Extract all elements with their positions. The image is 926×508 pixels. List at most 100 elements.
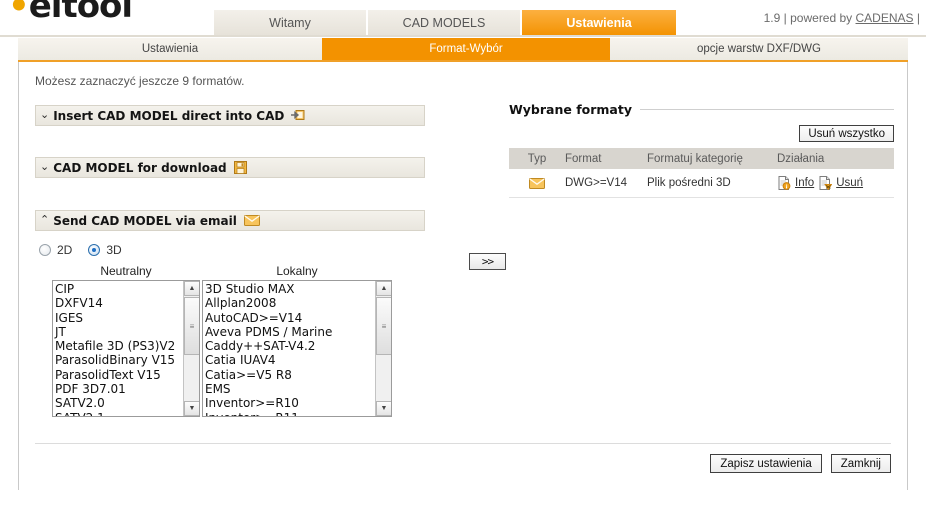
accordion-send-email-label: Send CAD MODEL via email bbox=[53, 213, 237, 228]
transfer-right-button[interactable]: >> bbox=[469, 253, 506, 270]
scroll-down-icon[interactable]: ▼ bbox=[376, 401, 391, 416]
close-button[interactable]: Zamknij bbox=[830, 454, 891, 473]
list-item[interactable]: PDF 3D7.01 bbox=[55, 382, 182, 396]
column-header-actions: Działania bbox=[777, 152, 825, 165]
credits-version: 1.9 bbox=[763, 11, 781, 25]
accordion-cad-download[interactable]: ⌄ CAD MODEL for download bbox=[35, 157, 425, 178]
app-logo: •eitool bbox=[8, 0, 133, 26]
format-list-local: Lokalny 3D Studio MAX Allplan2008 AutoCA… bbox=[202, 264, 392, 417]
format-list-neutral-title: Neutralny bbox=[100, 264, 152, 278]
format-listbox-local-items: 3D Studio MAX Allplan2008 AutoCAD>=V14 A… bbox=[203, 281, 374, 416]
format-listbox-neutral[interactable]: CIP DXFV14 IGES JT Metafile 3D (PS3)V2 P… bbox=[52, 280, 200, 417]
list-item[interactable]: Catia IUAV4 bbox=[205, 353, 374, 367]
list-item[interactable]: Metafile 3D (PS3)V2 bbox=[55, 339, 182, 353]
list-item[interactable]: SATV2.0 bbox=[55, 396, 182, 410]
content-area: Możesz zaznaczyć jeszcze 9 formatów. ⌄ I… bbox=[19, 62, 907, 490]
chevron-down-icon: ⌄ bbox=[40, 109, 50, 121]
radio-3d-label: 3D bbox=[106, 243, 122, 257]
chevron-up-icon: ⌃ bbox=[40, 214, 50, 226]
format-list-local-title: Lokalny bbox=[276, 264, 318, 278]
envelope-icon bbox=[509, 177, 565, 189]
credits-powered-by: powered by bbox=[790, 11, 853, 25]
radio-3d[interactable] bbox=[88, 244, 101, 256]
list-item[interactable]: 3D Studio MAX bbox=[205, 282, 374, 296]
format-listbox-local[interactable]: 3D Studio MAX Allplan2008 AutoCAD>=V14 A… bbox=[202, 280, 392, 417]
chevron-down-icon: ⌄ bbox=[40, 161, 50, 173]
list-item[interactable]: CIP bbox=[55, 282, 182, 296]
top-bar: •eitool Witamy CAD MODELS Ustawienia 1.9… bbox=[0, 0, 926, 36]
list-item[interactable]: IGES bbox=[55, 311, 182, 325]
logo-dot: • bbox=[8, 0, 30, 26]
list-item[interactable]: EMS bbox=[205, 382, 374, 396]
logo-text: eitool bbox=[28, 0, 133, 26]
info-link[interactable]: Info bbox=[795, 177, 814, 189]
credits-brand-link[interactable]: CADENAS bbox=[856, 11, 914, 25]
list-item[interactable]: Caddy++SAT-V4.2 bbox=[205, 339, 374, 353]
scrollbar-neutral[interactable]: ▲ ≡ ▼ bbox=[183, 281, 199, 416]
table-header-row: Typ Format Formatuj kategorię Działania bbox=[509, 148, 894, 169]
scrollbar-grip-icon: ≡ bbox=[381, 321, 387, 331]
envelope-icon bbox=[243, 215, 260, 226]
cell-type bbox=[509, 177, 565, 189]
radio-2d[interactable] bbox=[39, 244, 51, 256]
scroll-up-icon[interactable]: ▲ bbox=[376, 281, 391, 296]
footer-divider bbox=[35, 443, 891, 444]
list-item[interactable]: Catia>=V5 R8 bbox=[205, 368, 374, 382]
format-listbox-neutral-items: CIP DXFV14 IGES JT Metafile 3D (PS3)V2 P… bbox=[53, 281, 182, 416]
tab-witamy[interactable]: Witamy bbox=[214, 10, 368, 36]
subtab-opcje-warstw[interactable]: opcje warstw DXF/DWG bbox=[610, 38, 908, 60]
accordion-insert-cad-label: Insert CAD MODEL direct into CAD bbox=[53, 108, 285, 123]
list-item[interactable]: DXFV14 bbox=[55, 296, 182, 310]
selected-formats-panel: Wybrane formaty Usuń wszystko Typ Format… bbox=[509, 102, 894, 198]
delete-link[interactable]: Usuń bbox=[836, 177, 863, 189]
list-item[interactable]: Allplan2008 bbox=[205, 296, 374, 310]
credits-separator-1: | bbox=[783, 11, 787, 25]
cell-actions: Info Usuń bbox=[777, 176, 894, 190]
cell-format: DWG>=V14 bbox=[565, 177, 627, 189]
main-tab-bar: Witamy CAD MODELS Ustawienia bbox=[214, 10, 676, 36]
save-settings-button[interactable]: Zapisz ustawienia bbox=[710, 454, 822, 473]
column-header-typ: Typ bbox=[527, 152, 547, 165]
list-item[interactable]: Inventor>=R11 bbox=[205, 411, 374, 416]
list-item[interactable]: JT bbox=[55, 325, 182, 339]
title-rule bbox=[640, 109, 894, 110]
tab-ustawienia[interactable]: Ustawienia bbox=[522, 10, 676, 36]
delete-document-icon bbox=[818, 176, 833, 190]
scrollbar-thumb[interactable]: ≡ bbox=[184, 297, 199, 355]
tab-cad-models[interactable]: CAD MODELS bbox=[368, 10, 522, 36]
list-item[interactable]: ParasolidText V15 bbox=[55, 368, 182, 382]
accordion-insert-cad[interactable]: ⌄ Insert CAD MODEL direct into CAD bbox=[35, 105, 425, 126]
list-item[interactable]: Aveva PDMS / Marine bbox=[205, 325, 374, 339]
header-divider bbox=[0, 35, 926, 37]
page-root: •eitool Witamy CAD MODELS Ustawienia 1.9… bbox=[0, 0, 926, 508]
floppy-save-icon bbox=[233, 161, 247, 174]
scrollbar-thumb[interactable]: ≡ bbox=[376, 297, 391, 355]
radio-2d-label: 2D bbox=[57, 243, 73, 257]
scroll-up-icon[interactable]: ▲ bbox=[184, 281, 199, 296]
list-item[interactable]: AutoCAD>=V14 bbox=[205, 311, 374, 325]
column-header-format: Format bbox=[565, 152, 602, 165]
sub-tab-bar: Ustawienia Format-Wybór opcje warstw DXF… bbox=[18, 38, 908, 60]
selected-formats-table: Typ Format Formatuj kategorię Działania bbox=[509, 148, 894, 198]
selected-formats-header: Wybrane formaty bbox=[509, 102, 894, 117]
cell-category: Plik pośredni 3D bbox=[647, 177, 731, 189]
selected-formats-title: Wybrane formaty bbox=[509, 102, 632, 117]
accordion-send-email[interactable]: ⌃ Send CAD MODEL via email bbox=[35, 210, 425, 231]
subtab-format-wybor[interactable]: Format-Wybór bbox=[322, 38, 610, 60]
scroll-down-icon[interactable]: ▼ bbox=[184, 401, 199, 416]
format-count-hint: Możesz zaznaczyć jeszcze 9 formatów. bbox=[35, 74, 245, 88]
footer-buttons: Zapisz ustawienia Zamknij bbox=[710, 454, 891, 473]
column-header-category: Formatuj kategorię bbox=[647, 152, 743, 165]
scrollbar-local[interactable]: ▲ ≡ ▼ bbox=[375, 281, 391, 416]
insert-cad-icon bbox=[291, 109, 305, 122]
list-item[interactable]: SATV2.1 bbox=[55, 411, 182, 416]
accordion-cad-download-label: CAD MODEL for download bbox=[53, 160, 227, 175]
format-list-neutral: Neutralny CIP DXFV14 IGES JT Metafile 3D… bbox=[52, 264, 200, 417]
list-item[interactable]: ParasolidBinary V15 bbox=[55, 353, 182, 367]
subtab-ustawienia[interactable]: Ustawienia bbox=[18, 38, 322, 60]
scrollbar-grip-icon: ≡ bbox=[189, 321, 195, 331]
info-document-icon bbox=[777, 176, 791, 190]
credits-separator-2: | bbox=[916, 11, 920, 25]
list-item[interactable]: Inventor>=R10 bbox=[205, 396, 374, 410]
delete-all-button[interactable]: Usuń wszystko bbox=[799, 125, 894, 142]
